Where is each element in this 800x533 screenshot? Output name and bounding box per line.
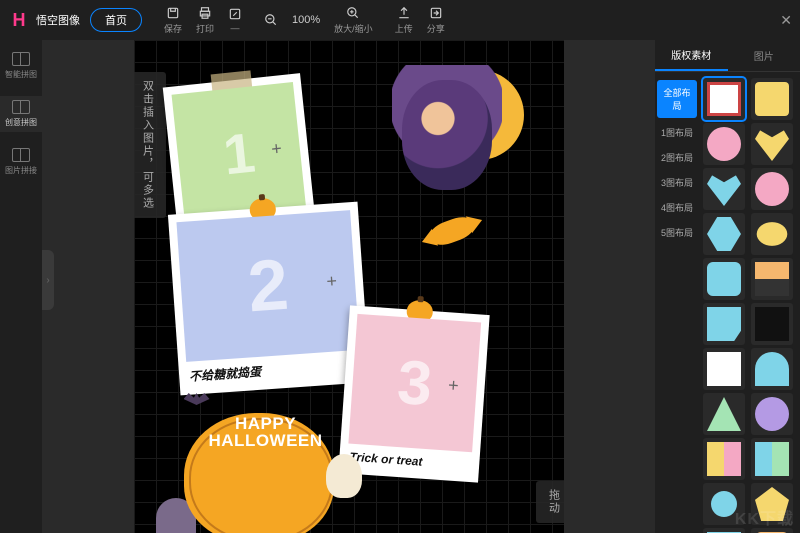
- app-title: 悟空图像: [36, 12, 80, 28]
- sidebar-item-smart-collage[interactable]: 智能拼图: [0, 48, 42, 84]
- template-thumb[interactable]: [703, 303, 745, 345]
- zoom-out-button[interactable]: [264, 13, 278, 27]
- share-button[interactable]: 分享: [427, 6, 445, 35]
- zoom-out-icon: [264, 13, 278, 27]
- template-thumb[interactable]: [751, 123, 793, 165]
- template-thumb[interactable]: [703, 168, 745, 210]
- template-thumb[interactable]: [751, 528, 793, 533]
- edit-button[interactable]: —: [228, 7, 242, 33]
- cat-1[interactable]: 1图布局: [655, 120, 699, 145]
- witch-decoration: [382, 60, 512, 210]
- close-button[interactable]: ✕: [780, 12, 792, 29]
- print-icon: [198, 6, 212, 20]
- sidebar-item-creative-collage[interactable]: 创意拼图: [0, 96, 42, 132]
- canvas-area: › 双击插入图片，可多选 拖动 1+ 2+ 不给糖就捣蛋 3+: [42, 40, 655, 533]
- save-button[interactable]: 保存: [164, 6, 182, 35]
- zoom-in-icon: [346, 6, 360, 20]
- zoom-in-button[interactable]: 放大/缩小: [334, 6, 373, 35]
- template-thumb[interactable]: [751, 348, 793, 390]
- candy-decoration: [427, 213, 476, 249]
- left-sidebar: 智能拼图 创意拼图 图片拼接: [0, 40, 42, 533]
- template-thumb[interactable]: [703, 483, 745, 525]
- add-icon: +: [270, 138, 283, 160]
- template-thumb[interactable]: [703, 78, 745, 120]
- hint-drag: 拖动: [536, 481, 564, 523]
- expand-handle[interactable]: ›: [42, 250, 54, 310]
- template-grid: [699, 72, 800, 533]
- template-thumb[interactable]: [703, 123, 745, 165]
- grid-icon: [12, 52, 30, 66]
- upload-button[interactable]: 上传: [395, 6, 413, 35]
- template-thumb[interactable]: [751, 393, 793, 435]
- template-thumb[interactable]: [751, 258, 793, 300]
- top-toolbar: H 悟空图像 首页 保存 打印 — 100% 放大/缩小 上传: [0, 0, 800, 40]
- template-thumb[interactable]: [703, 348, 745, 390]
- template-thumb[interactable]: [703, 393, 745, 435]
- template-thumb[interactable]: [751, 168, 793, 210]
- template-thumb[interactable]: [751, 438, 793, 480]
- template-thumb[interactable]: [751, 483, 793, 525]
- hint-insert: 双击插入图片，可多选: [134, 72, 166, 218]
- cat-all[interactable]: 全部布局: [657, 80, 697, 118]
- zoom-level: 100%: [292, 14, 320, 26]
- template-thumb[interactable]: [703, 438, 745, 480]
- upload-icon: [397, 6, 411, 20]
- home-button[interactable]: 首页: [90, 8, 142, 32]
- right-panel: 版权素材 图片 全部布局 1图布局 2图布局 3图布局 4图布局 5图布局: [655, 40, 800, 533]
- halloween-decoration: HAPPYHALLOWEEN: [154, 373, 374, 533]
- template-thumb[interactable]: [751, 303, 793, 345]
- design-canvas[interactable]: 双击插入图片，可多选 拖动 1+ 2+ 不给糖就捣蛋 3+ Trick or t…: [134, 40, 564, 533]
- stitch-icon: [12, 148, 30, 162]
- template-thumb[interactable]: [703, 258, 745, 300]
- share-icon: [429, 6, 443, 20]
- cat-2[interactable]: 2图布局: [655, 145, 699, 170]
- layout-categories: 全部布局 1图布局 2图布局 3图布局 4图布局 5图布局: [655, 72, 699, 533]
- app-logo-icon: H: [8, 9, 30, 31]
- photo-slot-2[interactable]: 2+ 不给糖就捣蛋: [167, 202, 369, 396]
- edit-icon: [228, 7, 242, 21]
- cat-4[interactable]: 4图布局: [655, 195, 699, 220]
- template-thumb[interactable]: [703, 528, 745, 533]
- add-icon: +: [325, 271, 337, 293]
- template-thumb[interactable]: [751, 78, 793, 120]
- template-thumb[interactable]: [751, 213, 793, 255]
- tab-images[interactable]: 图片: [728, 40, 800, 71]
- save-icon: [166, 6, 180, 20]
- cat-5[interactable]: 5图布局: [655, 220, 699, 245]
- template-thumb[interactable]: [703, 213, 745, 255]
- sidebar-item-image-stitch[interactable]: 图片拼接: [0, 144, 42, 180]
- cat-3[interactable]: 3图布局: [655, 170, 699, 195]
- tab-materials[interactable]: 版权素材: [655, 40, 728, 71]
- template-icon: [12, 100, 30, 114]
- print-button[interactable]: 打印: [196, 6, 214, 35]
- add-icon: +: [447, 375, 459, 397]
